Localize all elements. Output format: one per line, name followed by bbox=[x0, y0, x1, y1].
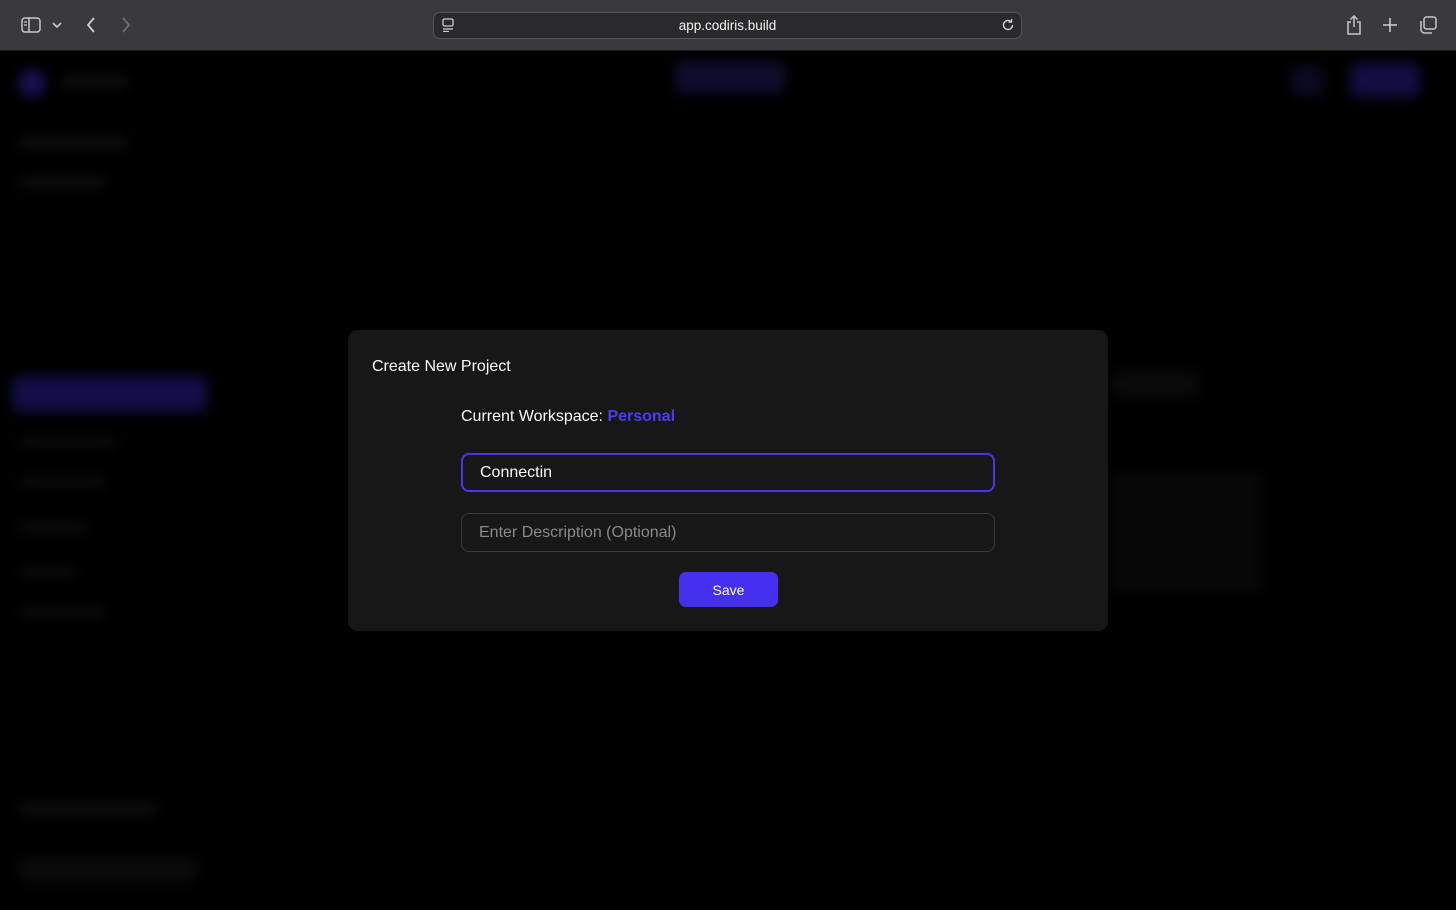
workspace-value: Personal bbox=[607, 408, 676, 425]
current-workspace: Current Workspace: Personal bbox=[461, 408, 675, 426]
create-project-modal: Create New Project Current Workspace: Pe… bbox=[348, 330, 1108, 631]
save-button[interactable]: Save bbox=[679, 572, 778, 607]
bg-menu-1 bbox=[18, 136, 128, 148]
sidebar-toggle-icon[interactable] bbox=[19, 12, 43, 38]
bg-menu-5 bbox=[18, 521, 88, 533]
workspace-label: Current Workspace: bbox=[461, 408, 603, 425]
bg-footer-2 bbox=[18, 856, 198, 884]
bg-menu-2 bbox=[18, 176, 108, 188]
project-name-input[interactable] bbox=[461, 453, 995, 492]
bg-menu-4 bbox=[18, 476, 108, 488]
browser-toolbar: app.codiris.build bbox=[0, 0, 1456, 51]
bg-top-button bbox=[1350, 63, 1420, 97]
new-tab-icon[interactable] bbox=[1380, 12, 1400, 38]
address-bar[interactable]: app.codiris.build bbox=[433, 12, 1022, 39]
tab-overview-icon[interactable] bbox=[1417, 12, 1439, 38]
forward-icon[interactable] bbox=[117, 12, 135, 38]
bg-right-label bbox=[1110, 371, 1200, 397]
reload-icon[interactable] bbox=[1001, 18, 1015, 37]
back-icon[interactable] bbox=[82, 12, 100, 38]
url-text: app.codiris.build bbox=[678, 18, 777, 33]
bg-top-pill bbox=[675, 61, 785, 93]
chevron-down-icon[interactable] bbox=[50, 12, 64, 38]
bg-brand bbox=[60, 76, 130, 88]
bg-logo bbox=[18, 69, 46, 97]
bg-footer-1 bbox=[18, 801, 158, 817]
bg-menu-7 bbox=[18, 606, 108, 618]
share-icon[interactable] bbox=[1344, 12, 1364, 38]
modal-title: Create New Project bbox=[372, 358, 511, 375]
bg-menu-3 bbox=[18, 436, 118, 448]
bg-menu-6 bbox=[18, 566, 78, 578]
bg-active-item bbox=[12, 376, 207, 412]
bg-top-icon bbox=[1290, 66, 1324, 96]
bg-right-card bbox=[1110, 471, 1262, 593]
project-description-input[interactable] bbox=[461, 513, 995, 552]
